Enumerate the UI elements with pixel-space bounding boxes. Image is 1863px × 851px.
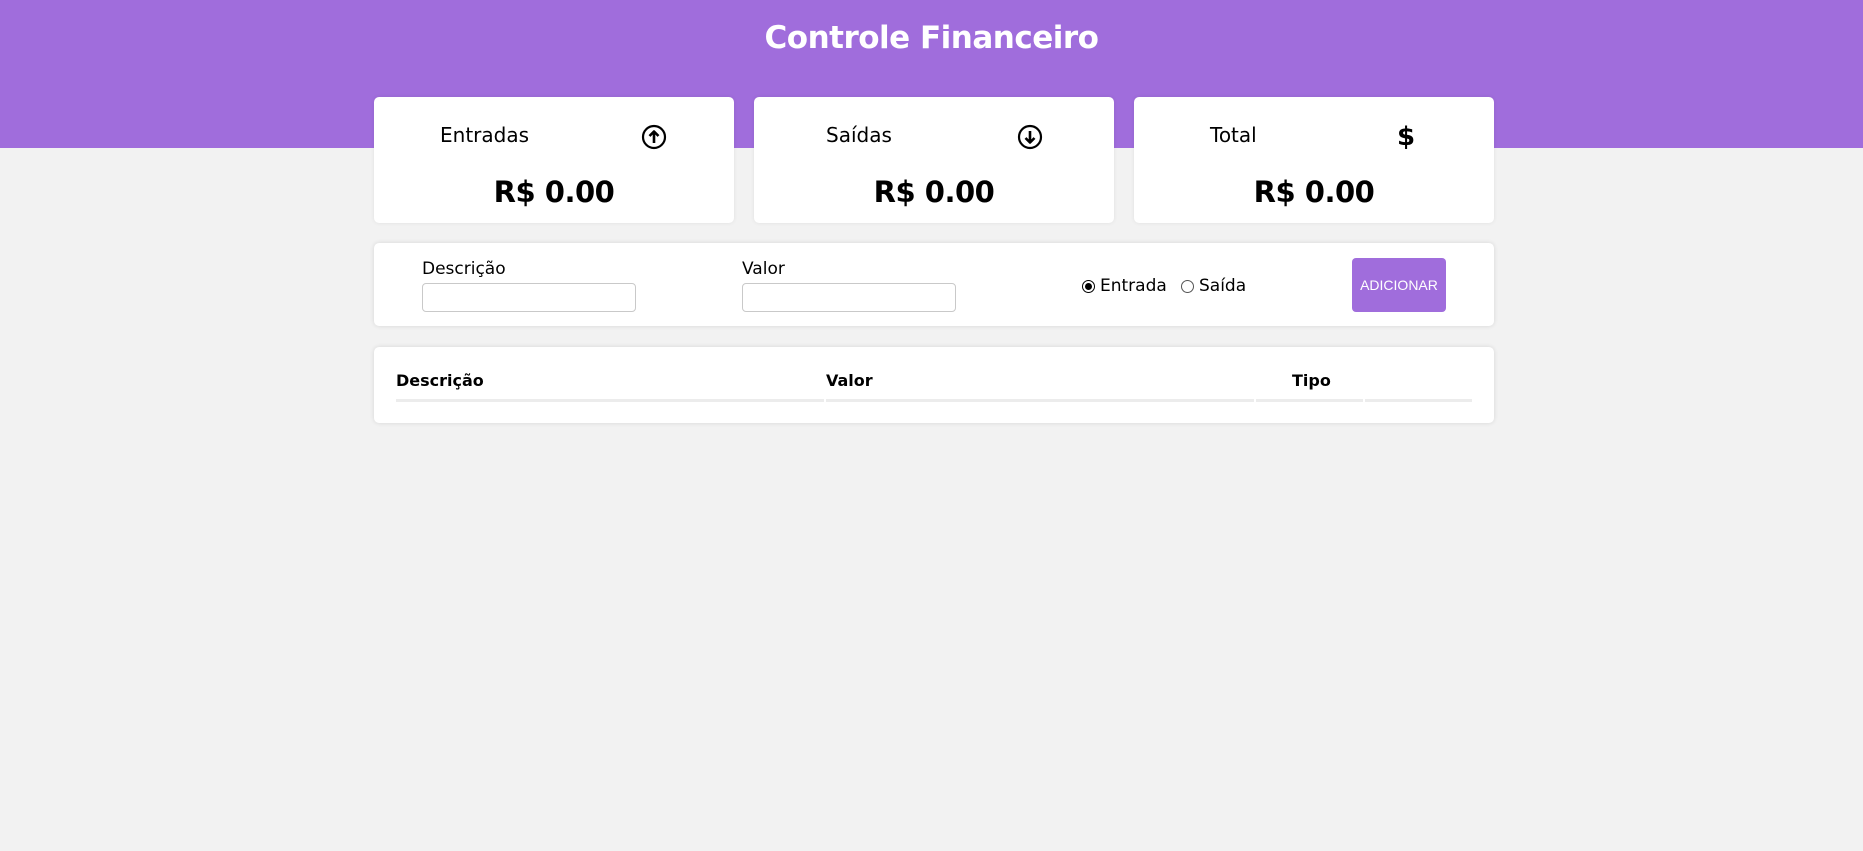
income-card: Entradas R$ 0.00: [374, 97, 734, 223]
dollar-icon: $: [1396, 122, 1416, 152]
radio-entrada[interactable]: [1082, 279, 1095, 293]
income-value: R$ 0.00: [493, 175, 615, 209]
column-divider: [396, 399, 824, 402]
column-divider: [1256, 399, 1363, 402]
page-title: Controle Financeiro: [764, 20, 1099, 56]
expense-title: Saídas: [826, 123, 892, 147]
total-title: Total: [1210, 123, 1257, 147]
description-input[interactable]: [422, 283, 636, 312]
column-divider: [1365, 399, 1472, 402]
column-header-description: Descrição: [396, 371, 484, 390]
expense-value: R$ 0.00: [873, 175, 995, 209]
column-header-type: Tipo: [1292, 371, 1331, 390]
arrow-down-circle-icon: [1017, 124, 1043, 150]
radio-saida[interactable]: [1181, 279, 1194, 293]
radio-entrada-label: Entrada: [1100, 276, 1167, 296]
transaction-form: Descrição Valor Entrada Saída ADICIONAR: [374, 243, 1494, 326]
radio-saida-label: Saída: [1199, 276, 1247, 296]
description-label: Descrição: [422, 259, 506, 279]
column-divider: [826, 399, 1254, 402]
total-card: Total $ R$ 0.00: [1134, 97, 1494, 223]
type-radio-entrada[interactable]: Entrada: [1082, 276, 1167, 296]
transactions-table: Descrição Valor Tipo: [374, 347, 1494, 423]
add-button[interactable]: ADICIONAR: [1352, 258, 1446, 312]
column-header-amount: Valor: [826, 371, 873, 390]
total-value: R$ 0.00: [1253, 175, 1375, 209]
income-title: Entradas: [440, 123, 530, 147]
expense-card: Saídas R$ 0.00: [754, 97, 1114, 223]
arrow-up-circle-icon: [641, 124, 667, 150]
amount-input[interactable]: [742, 283, 956, 312]
type-radio-saida[interactable]: Saída: [1181, 276, 1246, 296]
amount-label: Valor: [742, 259, 785, 279]
